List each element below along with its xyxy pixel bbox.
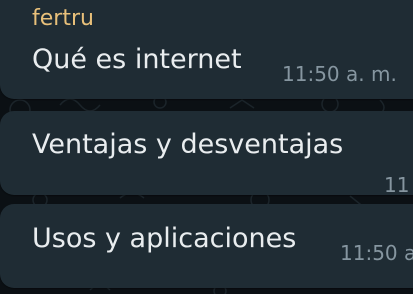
sender-name[interactable]: fertru <box>32 8 94 30</box>
message-bubble[interactable]: Usos y aplicaciones 11:50 a <box>0 204 413 288</box>
message-timestamp: 11 <box>384 173 410 197</box>
message-timestamp: 11:50 a. m. <box>282 62 397 86</box>
message-text: Qué es internet <box>32 44 242 75</box>
message-bubble[interactable]: fertru Qué es internet 11:50 a. m. <box>0 0 413 99</box>
message-bubble[interactable]: Ventajas y desventajas 11 <box>0 111 413 195</box>
message-timestamp: 11:50 a <box>340 241 413 265</box>
message-text: Ventajas y desventajas <box>32 129 344 160</box>
message-text: Usos y aplicaciones <box>32 223 297 254</box>
